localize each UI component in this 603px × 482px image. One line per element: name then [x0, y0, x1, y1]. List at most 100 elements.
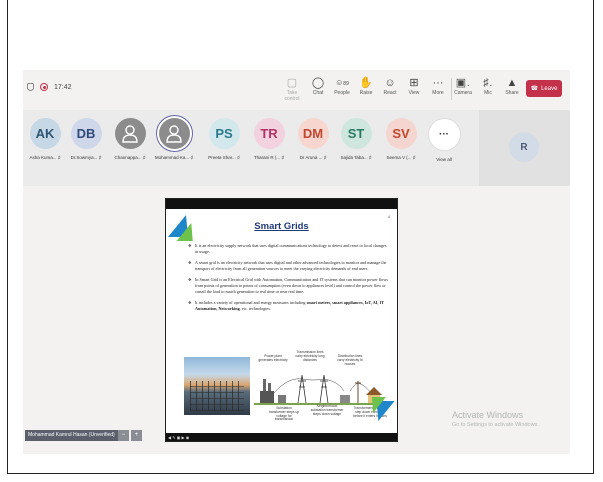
more-button[interactable]: ··· More: [426, 76, 450, 96]
presentation-slide: Smart Grids 4 It is an electricity suppl…: [165, 198, 398, 442]
mic-muted-icon: ♯: [367, 155, 372, 161]
slide-page-number: 4: [387, 214, 390, 219]
slide-bullets: It is an electricity supply network that…: [188, 243, 388, 317]
participant-name-text: Dr.Sowmya...: [70, 155, 98, 160]
more-participants-icon: ···: [427, 118, 461, 151]
participant-name-text: Mohammad Ka...: [154, 155, 190, 160]
slide-bullet: It includes a variety of operational and…: [188, 300, 388, 311]
leave-label: Leave: [541, 85, 558, 92]
more-dots-icon: ···: [432, 77, 444, 89]
meeting-status: 17:42: [27, 83, 72, 91]
participant-tile[interactable]: ST Sajida Taba... ♯: [335, 118, 377, 161]
avatar: PS: [208, 118, 240, 149]
diagram-label: Transmission lines carry electricity lon…: [295, 350, 325, 362]
share-button[interactable]: ▲ Share: [500, 76, 524, 96]
raise-label: Raise: [359, 90, 373, 96]
diagram-label: Distribution lines carry electricity to …: [337, 354, 363, 366]
slide-bullet: A smart grid is an electricity network t…: [188, 260, 388, 271]
take-control-icon: ▢: [286, 77, 298, 89]
participant-name: Sajida Taba... ♯: [335, 155, 377, 161]
participant-tile[interactable]: TR Tharani R (... ♯: [248, 118, 290, 161]
participant-name-text: Asha Kuma...: [29, 155, 57, 160]
diagram-label: Power plant generates electricity: [258, 354, 288, 362]
watermark-subtitle: Go to Settings to activate Windows.: [452, 422, 539, 428]
avatar: AK: [29, 118, 61, 149]
participant-name-text: Channappa...: [114, 155, 142, 160]
participant-tile[interactable]: Mohammad Ka... ♯: [153, 118, 195, 161]
participant-name: Preeta Shar... ♯: [203, 155, 245, 161]
participant-tile[interactable]: AK Asha Kuma... ♯: [24, 118, 66, 161]
participant-tile[interactable]: SV Seema V (... ♯: [380, 118, 422, 161]
meeting-timer: 17:42: [54, 83, 72, 91]
react-button[interactable]: ☺ React: [378, 76, 402, 96]
slide-title: Smart Grids: [254, 221, 309, 232]
self-video-tile[interactable]: R: [479, 110, 570, 186]
zoom-out-button[interactable]: −: [118, 430, 129, 441]
participant-tile[interactable]: PS Preeta Shar... ♯: [203, 118, 245, 161]
people-label: People: [334, 90, 350, 96]
people-button[interactable]: ☺89 People: [330, 76, 354, 96]
camera-label: Camera: [454, 90, 472, 96]
participant-tile[interactable]: DM Dr Aruna ... ♯: [292, 118, 334, 161]
leave-button[interactable]: ☎ Leave: [526, 80, 562, 97]
avatar: SV: [385, 118, 417, 149]
mic-label: Mic: [484, 90, 492, 96]
slide-bullet: In Smart Grid is an Electrical Grid with…: [188, 277, 388, 294]
smiley-icon: ☺: [384, 77, 396, 89]
more-label: More: [432, 90, 444, 96]
avatar: R: [509, 132, 539, 162]
person-icon: [158, 118, 190, 149]
watermark-title: Activate Windows: [452, 410, 524, 420]
shield-icon: [27, 83, 34, 91]
mic-muted-icon: ♯: [97, 155, 102, 161]
mic-button[interactable]: ♯⌄ Mic: [476, 76, 500, 96]
raise-hand-button[interactable]: ✋ Raise: [354, 76, 378, 96]
people-count: 89: [343, 81, 349, 87]
zoom-in-button[interactable]: +: [131, 430, 142, 441]
mic-muted-icon: ♯: [189, 155, 194, 161]
mic-muted-icon: ♯: [322, 155, 327, 161]
slide-top-bar: [166, 199, 397, 209]
participant-tile[interactable]: Channappa... ♯: [109, 118, 151, 161]
share-icon: ▲: [506, 77, 518, 89]
mic-muted-icon: ♯: [280, 155, 285, 161]
share-label: Share: [505, 90, 519, 96]
people-icon: ☺89: [335, 78, 349, 87]
slideshow-controls[interactable]: ◀ ✎ ▣ ▶ ◉: [168, 435, 189, 440]
mic-muted-icon: ♯: [235, 155, 240, 161]
participant-name-text: Preeta Shar...: [208, 155, 236, 160]
avatar: DM: [297, 118, 329, 149]
mic-muted-icon: ♯: [56, 155, 61, 161]
participant-name-text: Seema V (...: [386, 155, 412, 160]
chat-icon: ◯: [311, 77, 325, 89]
take-control-label: Take control: [284, 90, 300, 102]
meeting-window: 17:42 ▢ Take control ◯ Chat ☺89 People ✋…: [23, 70, 570, 454]
diagram-label: Neighborhood substation transformer step…: [310, 404, 344, 416]
chat-button[interactable]: ◯ Chat: [306, 76, 330, 96]
participant-name-text: Dr Aruna ...: [299, 155, 323, 160]
bullet-text: , etc. technologies.: [239, 305, 271, 311]
participant-name: Tharani R (... ♯: [248, 155, 290, 161]
presenter-name-tag: Mohammad Kamrul Hasan (Unverified): [25, 430, 118, 441]
avatar: DB: [70, 118, 102, 149]
camera-button[interactable]: ▣⌄ Camera: [451, 76, 475, 96]
view-all-label: View all: [436, 157, 452, 162]
shared-content-area: Smart Grids 4 It is an electricity suppl…: [23, 188, 570, 454]
participant-name: Dr Aruna ... ♯: [292, 155, 334, 161]
participant-name-text: Tharani R (...: [253, 155, 281, 160]
participant-name-text: Sajida Taba...: [340, 155, 368, 160]
bullet-text: It includes a variety of operational and…: [195, 300, 307, 306]
phone-icon: ☎: [530, 86, 539, 92]
recording-icon: [40, 83, 48, 91]
participant-name: Mohammad Ka... ♯: [153, 155, 195, 161]
person-icon: [114, 118, 146, 149]
slide-bullet: It is an electricity supply network that…: [188, 243, 388, 254]
view-button[interactable]: ⊞ View: [402, 76, 426, 96]
participant-name: Seema V (... ♯: [380, 155, 422, 161]
avatar: TR: [253, 118, 285, 149]
grid-view-icon: ⊞: [409, 77, 419, 89]
view-all-button[interactable]: ··· View all: [423, 118, 465, 162]
take-control-button[interactable]: ▢ Take control: [280, 76, 304, 102]
participant-tile[interactable]: DB Dr.Sowmya... ♯: [65, 118, 107, 161]
camera-off-icon: ▣⌄: [455, 77, 471, 89]
